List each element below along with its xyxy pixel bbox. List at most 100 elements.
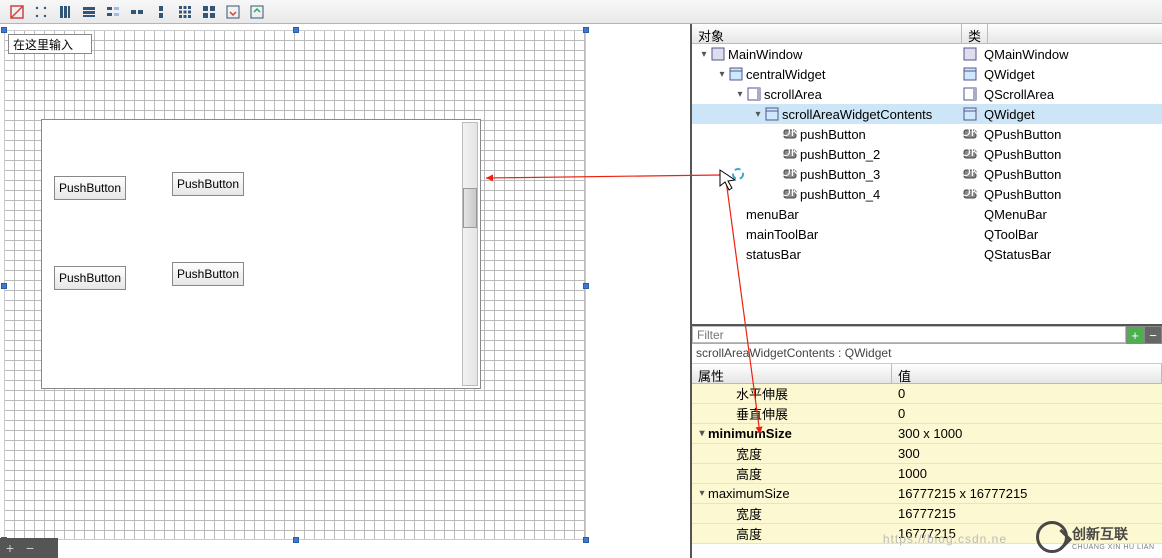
btn-icon: OK bbox=[962, 186, 978, 202]
tree-row[interactable]: ▾scrollAreaQScrollArea bbox=[692, 84, 1162, 104]
push-button-2[interactable]: PushButton bbox=[172, 172, 244, 196]
tool-split-h-icon[interactable] bbox=[126, 2, 148, 22]
prop-value[interactable]: 300 x 1000 bbox=[892, 426, 1162, 441]
tree-item-class: QWidget bbox=[984, 107, 1035, 122]
push-button-3[interactable]: PushButton bbox=[54, 266, 126, 290]
logo-icon bbox=[1036, 521, 1068, 553]
scroll-icon bbox=[746, 86, 762, 102]
prop-value[interactable]: 16777215 x 16777215 bbox=[892, 486, 1162, 501]
tree-row[interactable]: ▸OKpushButton_3OKQPushButton bbox=[692, 164, 1162, 184]
svg-text:OK: OK bbox=[963, 127, 977, 139]
widget-icon bbox=[764, 106, 780, 122]
prop-row[interactable]: 水平伸展 0 bbox=[692, 384, 1162, 404]
svg-text:OK: OK bbox=[963, 147, 977, 159]
svg-text:OK: OK bbox=[963, 187, 977, 199]
tree-item-class: QToolBar bbox=[984, 227, 1038, 242]
tree-row[interactable]: ▾centralWidgetQWidget bbox=[692, 64, 1162, 84]
status-add-icon[interactable]: + bbox=[0, 540, 20, 556]
btn-icon: OK bbox=[962, 146, 978, 162]
push-button-4[interactable]: PushButton bbox=[172, 262, 244, 286]
tool-columns-icon[interactable] bbox=[54, 2, 76, 22]
tree-row[interactable]: ▸OKpushButton_2OKQPushButton bbox=[692, 144, 1162, 164]
vertical-scrollbar[interactable] bbox=[462, 122, 478, 386]
tree-item-class: QPushButton bbox=[984, 127, 1061, 142]
prop-header-name[interactable]: 属性 bbox=[692, 364, 892, 383]
push-button-1[interactable]: PushButton bbox=[54, 176, 126, 200]
prop-value[interactable]: 0 bbox=[892, 406, 1162, 421]
status-bar: + − bbox=[0, 538, 58, 558]
tree-header-class[interactable]: 类 bbox=[962, 24, 988, 43]
widget-icon bbox=[962, 66, 978, 82]
tool-max-icon[interactable] bbox=[246, 2, 268, 22]
svg-text:OK: OK bbox=[963, 167, 977, 179]
tree-row[interactable]: ▾scrollAreaWidgetContentsQWidget bbox=[692, 104, 1162, 124]
remove-property-button[interactable]: − bbox=[1144, 326, 1162, 344]
btn-icon: OK bbox=[782, 186, 798, 202]
logo-subtext: CHUANG XIN HU LIAN bbox=[1072, 544, 1155, 551]
tree-row[interactable]: ▾MainWindowQMainWindow bbox=[692, 44, 1162, 64]
tool-layout-break-icon[interactable] bbox=[6, 2, 28, 22]
tree-item-name: pushButton_4 bbox=[800, 187, 880, 202]
prop-value[interactable]: 300 bbox=[892, 446, 1162, 461]
status-icon bbox=[728, 246, 744, 262]
svg-text:OK: OK bbox=[783, 167, 797, 179]
prop-name: 高度 bbox=[736, 464, 762, 483]
form-canvas[interactable]: PushButton PushButton PushButton PushBut… bbox=[4, 30, 586, 540]
tool-min-icon[interactable] bbox=[222, 2, 244, 22]
design-pane: PushButton PushButton PushButton PushBut… bbox=[0, 24, 690, 558]
btn-icon: OK bbox=[782, 126, 798, 142]
filter-input[interactable] bbox=[692, 326, 1126, 343]
prop-row[interactable]: ▾minimumSize300 x 1000 bbox=[692, 424, 1162, 444]
tree-item-class: QMainWindow bbox=[984, 47, 1069, 62]
prop-value[interactable]: 1000 bbox=[892, 466, 1162, 481]
prop-row[interactable]: ▾maximumSize16777215 x 16777215 bbox=[692, 484, 1162, 504]
tool-rows-icon[interactable] bbox=[78, 2, 100, 22]
tool-grid3-icon[interactable] bbox=[174, 2, 196, 22]
tree-item-class: QPushButton bbox=[984, 147, 1061, 162]
tool-form-icon[interactable] bbox=[102, 2, 124, 22]
tree-item-class: QStatusBar bbox=[984, 247, 1051, 262]
prop-name: 高度 bbox=[736, 524, 762, 543]
scroll-area[interactable]: PushButton PushButton PushButton PushBut… bbox=[41, 119, 481, 389]
tree-row[interactable]: ▸OKpushButton_4OKQPushButton bbox=[692, 184, 1162, 204]
tree-item-name: pushButton_2 bbox=[800, 147, 880, 162]
svg-text:OK: OK bbox=[783, 147, 797, 159]
tree-item-name: centralWidget bbox=[746, 67, 825, 82]
prop-name: 水平伸展 bbox=[736, 384, 788, 403]
tree-item-name: mainToolBar bbox=[746, 227, 818, 242]
object-inspector: 对象 类 ▾MainWindowQMainWindow▾centralWidge… bbox=[690, 24, 1162, 324]
tree-row[interactable]: ▸OKpushButtonOKQPushButton bbox=[692, 124, 1162, 144]
window-icon bbox=[710, 46, 726, 62]
tree-row[interactable]: ▸menuBarQMenuBar bbox=[692, 204, 1162, 224]
status-icon bbox=[962, 246, 978, 262]
tree-item-name: scrollAreaWidgetContents bbox=[782, 107, 932, 122]
tool-grid-dots-icon[interactable] bbox=[30, 2, 52, 22]
prop-value[interactable]: 0 bbox=[892, 386, 1162, 401]
add-property-button[interactable]: + bbox=[1126, 326, 1144, 344]
tree-row[interactable]: ▸statusBarQStatusBar bbox=[692, 244, 1162, 264]
prop-name: 垂直伸展 bbox=[736, 404, 788, 423]
status-remove-icon[interactable]: − bbox=[20, 540, 40, 556]
btn-icon: OK bbox=[962, 166, 978, 182]
tree-item-name: scrollArea bbox=[764, 87, 822, 102]
prop-row[interactable]: 宽度300 bbox=[692, 444, 1162, 464]
tree-row[interactable]: ▸mainToolBarQToolBar bbox=[692, 224, 1162, 244]
prop-row[interactable]: 垂直伸展 0 bbox=[692, 404, 1162, 424]
prop-header: 属性 值 bbox=[692, 364, 1162, 384]
top-toolbar bbox=[0, 0, 1162, 24]
tree-item-name: menuBar bbox=[746, 207, 799, 222]
tree-header-object[interactable]: 对象 bbox=[692, 24, 962, 43]
tree-item-class: QWidget bbox=[984, 67, 1035, 82]
widget-icon bbox=[962, 106, 978, 122]
tree-item-name: pushButton_3 bbox=[800, 167, 880, 182]
prop-header-value[interactable]: 值 bbox=[892, 364, 1162, 383]
tool-split-v-icon[interactable] bbox=[150, 2, 172, 22]
scrollbar-thumb[interactable] bbox=[463, 188, 477, 228]
watermark-text: https://blog.csdn.ne bbox=[883, 532, 1007, 546]
tree-body[interactable]: ▾MainWindowQMainWindow▾centralWidgetQWid… bbox=[692, 44, 1162, 324]
prop-row[interactable]: 高度 1000 bbox=[692, 464, 1162, 484]
tool-grid2-icon[interactable] bbox=[198, 2, 220, 22]
tree-item-class: QScrollArea bbox=[984, 87, 1054, 102]
object-label: scrollAreaWidgetContents : QWidget bbox=[692, 344, 1162, 364]
lineedit-input[interactable] bbox=[8, 34, 92, 54]
